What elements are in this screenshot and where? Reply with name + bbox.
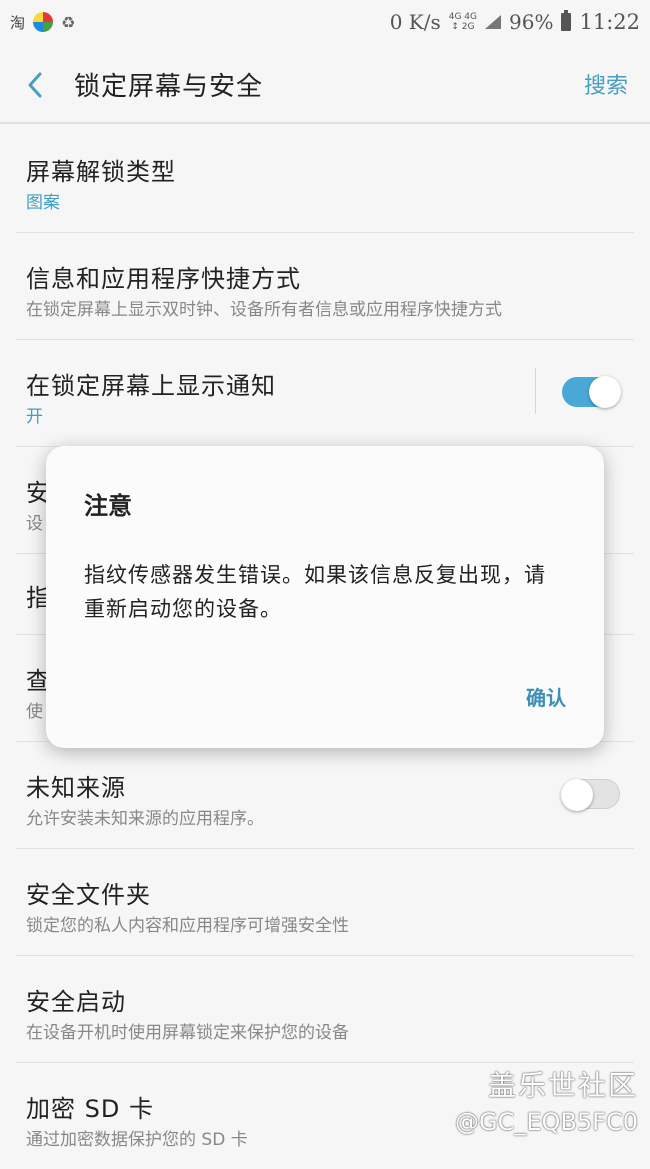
- confirm-button[interactable]: 确认: [526, 682, 566, 711]
- watermark: 盖乐世社区 @GC_EQB5FC0: [455, 1064, 638, 1136]
- watermark-user: @GC_EQB5FC0: [455, 1108, 638, 1136]
- dialog-title: 注意: [84, 492, 132, 520]
- dialog-scrim: 注意 指纹传感器发生错误。如果该信息反复出现，请重新启动您的设备。 确认: [0, 0, 650, 1156]
- alert-dialog: 注意 指纹传感器发生错误。如果该信息反复出现，请重新启动您的设备。 确认: [46, 446, 604, 748]
- watermark-community: 盖乐世社区: [487, 1069, 638, 1102]
- dialog-message: 指纹传感器发生错误。如果该信息反复出现，请重新启动您的设备。: [84, 563, 546, 621]
